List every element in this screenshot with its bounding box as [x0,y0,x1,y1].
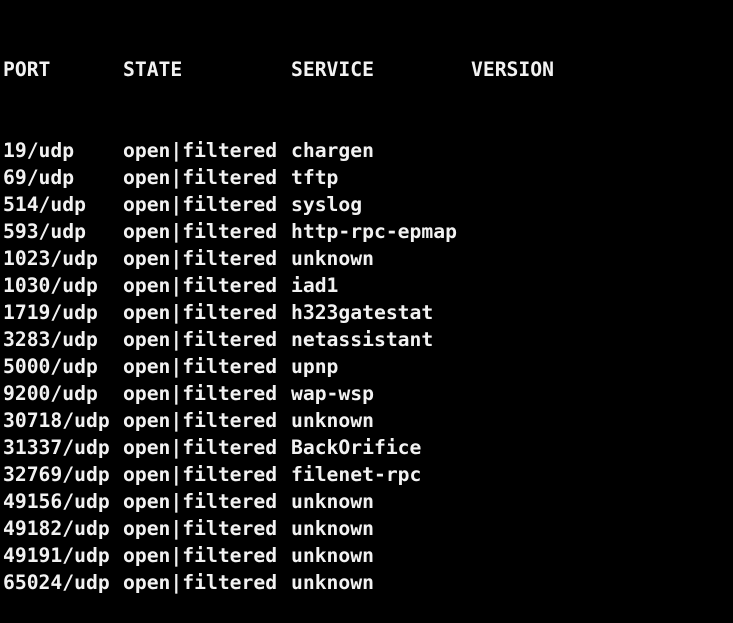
table-row: 1023/udp open|filtered unknown [3,245,554,272]
service-cell: netassistant [291,328,434,351]
service-cell: unknown [291,490,374,513]
port-cell: 19/udp [3,139,75,162]
port-cell: 69/udp [3,166,75,189]
table-row: 3283/udp open|filtered netassistant [3,326,554,353]
service-cell: h323gatestat [291,301,434,324]
state-column-header: STATE [123,58,183,81]
table-row: 593/udp open|filtered http-rpc-epmap [3,218,554,245]
table-row: 1030/udp open|filtered iad1 [3,272,554,299]
port-cell: 1023/udp [3,247,98,270]
port-cell: 9200/udp [3,382,98,405]
port-cell: 593/udp [3,220,86,243]
table-row: 9200/udp open|filtered wap-wsp [3,380,554,407]
port-cell: 32769/udp [3,463,110,486]
table-row: 5000/udp open|filtered upnp [3,353,554,380]
state-cell: open|filtered [123,220,278,243]
service-cell: tftp [291,166,339,189]
state-cell: open|filtered [123,274,278,297]
port-cell: 49191/udp [3,544,110,567]
state-cell: open|filtered [123,301,278,324]
port-cell: 49182/udp [3,517,110,540]
service-cell: http-rpc-epmap [291,220,457,243]
table-row: 32769/udp open|filtered filenet-rpc [3,461,554,488]
table-row: 1719/udp open|filtered h323gatestat [3,299,554,326]
state-cell: open|filtered [123,544,278,567]
table-row: 49191/udp open|filtered unknown [3,542,554,569]
state-cell: open|filtered [123,139,278,162]
service-cell: unknown [291,544,374,567]
state-cell: open|filtered [123,436,278,459]
terminal-output: PORT STATE SERVICE VERSION 19/udp open|filte… [3,2,554,623]
state-cell: open|filtered [123,382,278,405]
table-row: 69/udp open|filtered tftp [3,164,554,191]
port-cell: 65024/udp [3,571,110,594]
port-cell: 514/udp [3,193,86,216]
table-row: 31337/udp open|filtered BackOrifice [3,434,554,461]
port-cell: 1719/udp [3,301,98,324]
table-row: 49182/udp open|filtered unknown [3,515,554,542]
service-cell: filenet-rpc [291,463,422,486]
service-cell: wap-wsp [291,382,374,405]
table-row: 65024/udp open|filtered unknown [3,569,554,596]
table-row: 19/udp open|filtered chargen [3,137,554,164]
table-row: 30718/udp open|filtered unknown [3,407,554,434]
version-column-header: VERSION [471,58,554,81]
port-cell: 30718/udp [3,409,110,432]
state-cell: open|filtered [123,517,278,540]
port-column-header: PORT [3,58,51,81]
service-cell: upnp [291,355,339,378]
state-cell: open|filtered [123,409,278,432]
service-cell: chargen [291,139,374,162]
state-cell: open|filtered [123,328,278,351]
service-cell: iad1 [291,274,339,297]
service-cell: BackOrifice [291,436,422,459]
state-cell: open|filtered [123,571,278,594]
state-cell: open|filtered [123,355,278,378]
state-cell: open|filtered [123,193,278,216]
service-column-header: SERVICE [291,58,374,81]
state-cell: open|filtered [123,463,278,486]
service-cell: unknown [291,517,374,540]
table-row: 514/udp open|filtered syslog [3,191,554,218]
service-cell: unknown [291,247,374,270]
service-cell: unknown [291,571,374,594]
port-cell: 49156/udp [3,490,110,513]
state-cell: open|filtered [123,490,278,513]
port-table-body: 19/udp open|filtered chargen 69/udp open|fil… [3,137,554,596]
table-row: 49156/udp open|filtered unknown [3,488,554,515]
port-cell: 5000/udp [3,355,98,378]
port-cell: 1030/udp [3,274,98,297]
service-cell: unknown [291,409,374,432]
state-cell: open|filtered [123,247,278,270]
state-cell: open|filtered [123,166,278,189]
table-header: PORT STATE SERVICE VERSION [3,56,554,83]
port-cell: 31337/udp [3,436,110,459]
service-cell: syslog [291,193,363,216]
port-cell: 3283/udp [3,328,98,351]
